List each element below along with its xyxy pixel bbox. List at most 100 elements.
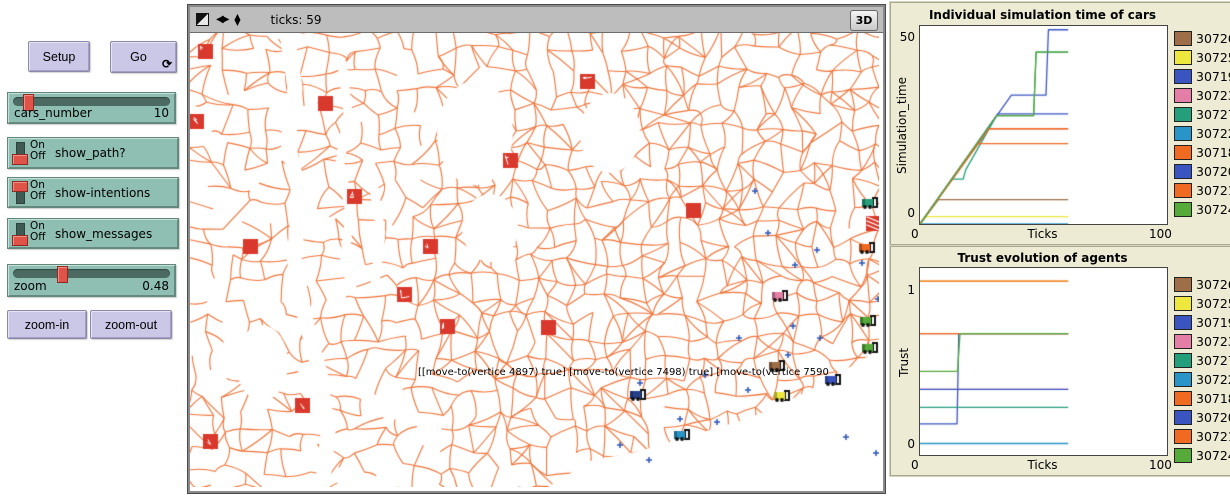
setup-button[interactable]: Setup bbox=[28, 41, 90, 72]
y-tick-min: 0 bbox=[891, 206, 915, 220]
legend-swatch bbox=[1174, 126, 1192, 141]
cars-number-slider[interactable]: cars_number 10 bbox=[7, 92, 176, 124]
legend-swatch bbox=[1174, 31, 1192, 46]
y-axis-label: Trust bbox=[897, 348, 911, 377]
legend-label: 30718 bbox=[1196, 391, 1230, 406]
legend-label: 30723 bbox=[1196, 334, 1230, 349]
app-window: Setup Go ⟳ cars_number 10 On Off show_pa… bbox=[0, 0, 1230, 498]
slider-handle[interactable] bbox=[57, 266, 68, 283]
legend-item: 30719 bbox=[1174, 67, 1230, 86]
y-tick-max: 50 bbox=[891, 30, 915, 44]
legend-swatch bbox=[1174, 164, 1192, 179]
horizontal-arrows-icon[interactable]: ◀▶ bbox=[216, 14, 227, 25]
legend-label: 30725 bbox=[1196, 296, 1230, 311]
legend-label: 30718 bbox=[1196, 145, 1230, 160]
forever-icon: ⟳ bbox=[162, 57, 172, 71]
legend-item: 30720 bbox=[1174, 408, 1230, 427]
legend-item: 30727 bbox=[1174, 351, 1230, 370]
vertical-arrows-icon[interactable]: ▲▼ bbox=[234, 14, 240, 26]
plot-title: Individual simulation time of cars bbox=[919, 8, 1166, 22]
world-canvas[interactable] bbox=[190, 33, 879, 487]
switch-on-off: On Off bbox=[30, 180, 46, 202]
legend-item: 30725 bbox=[1174, 294, 1230, 313]
go-button[interactable]: Go ⟳ bbox=[110, 41, 177, 73]
view-header: ◀▶ ▲▼ ticks: 59 3D bbox=[190, 7, 883, 33]
off-label: Off bbox=[30, 232, 46, 243]
x-tick-min: 0 bbox=[911, 458, 919, 472]
legend-item: 30726 bbox=[1174, 275, 1230, 294]
legend-label: 30724 bbox=[1196, 202, 1230, 217]
slider-track[interactable] bbox=[13, 269, 170, 278]
show-path-switch[interactable]: On Off show_path? bbox=[7, 137, 179, 169]
legend-item: 30721 bbox=[1174, 181, 1230, 200]
switch-handle[interactable] bbox=[12, 154, 28, 165]
plot-trust-evolution: Trust evolution of agents 1 0 Trust 0 Ti… bbox=[890, 246, 1230, 476]
y-tick-max: 1 bbox=[891, 283, 915, 297]
legend-label: 30723 bbox=[1196, 88, 1230, 103]
off-label: Off bbox=[30, 191, 46, 202]
view-corner-icon[interactable] bbox=[196, 13, 209, 26]
switch-label: show_messages bbox=[55, 227, 152, 241]
plot-area-canvas bbox=[919, 267, 1168, 456]
world-view-widget: ◀▶ ▲▼ ticks: 59 3D [[move-to(vertice 489… bbox=[188, 5, 885, 493]
legend-label: 30720 bbox=[1196, 410, 1230, 425]
legend-swatch bbox=[1174, 145, 1192, 160]
x-tick-min: 0 bbox=[911, 227, 919, 241]
view-3d-button[interactable]: 3D bbox=[850, 10, 878, 31]
x-tick-max: 100 bbox=[1149, 227, 1172, 241]
legend-label: 30722 bbox=[1196, 372, 1230, 387]
view-header-icons: ◀▶ ▲▼ bbox=[196, 13, 241, 26]
legend-swatch bbox=[1174, 277, 1192, 292]
plot-legend: 30726 30725 30719 30723 30727 30722 30718 30720… bbox=[1174, 275, 1230, 465]
zoom-out-button[interactable]: zoom-out bbox=[90, 310, 172, 339]
zoom-in-button[interactable]: zoom-in bbox=[7, 310, 87, 339]
legend-label: 30722 bbox=[1196, 126, 1230, 141]
legend-item: 30723 bbox=[1174, 332, 1230, 351]
legend-swatch bbox=[1174, 202, 1192, 217]
x-axis-label: Ticks bbox=[919, 227, 1166, 241]
x-axis-label: Ticks bbox=[919, 458, 1166, 472]
show-messages-switch[interactable]: On Off show_messages bbox=[7, 218, 179, 249]
slider-track[interactable] bbox=[13, 97, 170, 106]
legend-label: 30721 bbox=[1196, 183, 1230, 198]
slider-value: 0.48 bbox=[142, 279, 169, 293]
slider-label: cars_number bbox=[14, 106, 92, 120]
legend-swatch bbox=[1174, 410, 1192, 425]
legend-label: 30719 bbox=[1196, 69, 1230, 84]
slider-label: zoom bbox=[14, 279, 47, 293]
legend-label: 30727 bbox=[1196, 107, 1230, 122]
legend-swatch bbox=[1174, 315, 1192, 330]
plot-title: Trust evolution of agents bbox=[919, 251, 1166, 265]
setup-button-label: Setup bbox=[43, 50, 76, 64]
switch-handle[interactable] bbox=[12, 235, 28, 246]
slider-value: 10 bbox=[154, 106, 169, 120]
zoom-slider[interactable]: zoom 0.48 bbox=[7, 264, 176, 297]
legend-label: 30719 bbox=[1196, 315, 1230, 330]
legend-swatch bbox=[1174, 353, 1192, 368]
legend-label: 30724 bbox=[1196, 448, 1230, 463]
show-intentions-switch[interactable]: On Off show-intentions bbox=[7, 177, 179, 208]
legend-item: 30724 bbox=[1174, 446, 1230, 465]
legend-swatch bbox=[1174, 183, 1192, 198]
legend-swatch bbox=[1174, 429, 1192, 444]
legend-label: 30725 bbox=[1196, 50, 1230, 65]
legend-item: 30719 bbox=[1174, 313, 1230, 332]
switch-handle[interactable] bbox=[12, 181, 28, 192]
legend-item: 30723 bbox=[1174, 86, 1230, 105]
legend-swatch bbox=[1174, 372, 1192, 387]
x-tick-max: 100 bbox=[1149, 458, 1172, 472]
y-tick-min: 0 bbox=[891, 437, 915, 451]
legend-swatch bbox=[1174, 50, 1192, 65]
legend-label: 30727 bbox=[1196, 353, 1230, 368]
off-label: Off bbox=[30, 151, 46, 162]
legend-label: 30726 bbox=[1196, 277, 1230, 292]
go-button-label: Go bbox=[130, 50, 147, 64]
legend-swatch bbox=[1174, 296, 1192, 311]
legend-item: 30721 bbox=[1174, 427, 1230, 446]
legend-swatch bbox=[1174, 448, 1192, 463]
legend-item: 30722 bbox=[1174, 124, 1230, 143]
plot-legend: 3072630725307193072330727307223071830720… bbox=[1174, 29, 1230, 219]
y-axis-label: Simulation_time bbox=[895, 77, 909, 174]
legend-item: 30724 bbox=[1174, 200, 1230, 219]
legend-swatch bbox=[1174, 391, 1192, 406]
